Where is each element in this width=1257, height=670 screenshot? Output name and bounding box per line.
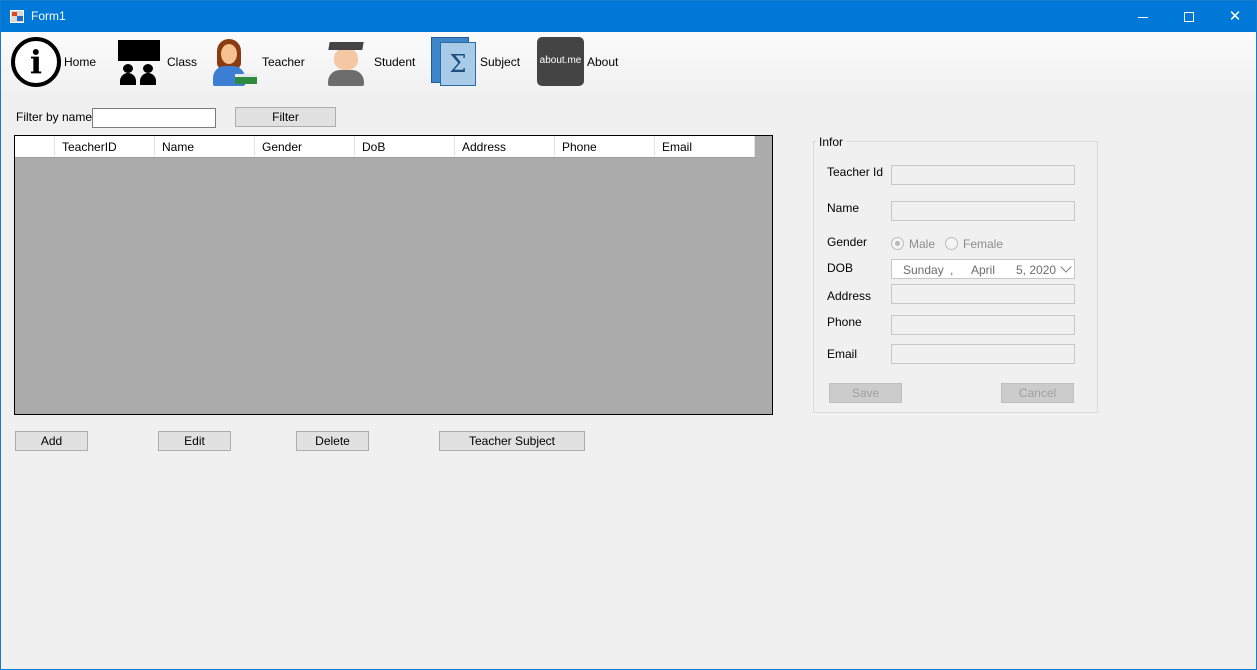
column-header-name[interactable]: Name [155,136,255,157]
about-me-icon: about.me [537,37,584,86]
info-group-title: Infor [816,135,847,149]
gender-male-label: Male [909,237,936,251]
email-field[interactable] [891,344,1075,364]
window-title: Form1 [31,9,66,23]
minimize-button[interactable] [1120,1,1166,32]
subject-icon: Σ [431,36,477,87]
cancel-button[interactable]: Cancel [1001,383,1074,403]
student-icon [323,38,371,86]
maximize-button[interactable] [1166,1,1212,32]
menu-item-label: Teacher [262,54,305,69]
menu-item-teacher[interactable]: Teacher [211,32,305,91]
menu-item-label: Class [167,54,198,69]
name-field[interactable] [891,201,1075,221]
dob-weekday: Sunday [903,263,944,277]
menu-item-student[interactable]: Student [323,32,415,91]
dob-day-year: 5, 2020 [1016,263,1057,277]
address-field[interactable] [891,284,1075,304]
name-label: Name [827,201,860,215]
menu-item-home[interactable]: i Home [11,32,96,91]
teacher-icon [211,38,259,86]
close-icon: ✕ [1228,8,1242,25]
column-header-teacherid[interactable]: TeacherID [55,136,155,157]
column-header-dob[interactable]: DoB [355,136,455,157]
menu-item-label: Student [374,54,416,69]
filter-label: Filter by name [16,110,93,124]
menu-item-subject[interactable]: Σ Subject [431,32,520,91]
menu-item-about[interactable]: about.me About [537,32,618,91]
delete-button[interactable]: Delete [296,431,369,451]
column-header-address[interactable]: Address [455,136,555,157]
info-icon: i [11,36,61,87]
teacher-id-field[interactable] [891,165,1075,185]
dob-date-picker[interactable]: Sunday , April 5, 2020 [891,259,1075,279]
dob-label: DOB [827,261,854,275]
menu-item-class[interactable]: Class [116,32,197,91]
dob-month: April [971,263,996,277]
teacher-grid[interactable]: TeacherID Name Gender DoB Address Phone … [14,135,773,415]
column-header-phone[interactable]: Phone [555,136,655,157]
teacher-id-label: Teacher Id [827,165,884,179]
chevron-down-icon[interactable] [1060,261,1072,273]
close-button[interactable]: ✕ [1212,1,1257,32]
dob-separator: , [950,263,954,277]
maximize-icon [1184,12,1194,23]
email-label: Email [827,347,858,361]
menu-bar: i Home Class Teacher Student Σ Subject a… [1,32,1256,91]
phone-label: Phone [827,315,862,329]
filter-button[interactable]: Filter [235,107,336,127]
gender-female-radio[interactable] [945,237,958,250]
minimize-icon [1138,16,1148,18]
app-icon [10,10,24,23]
teacher-subject-button[interactable]: Teacher Subject [439,431,585,451]
gender-male-radio[interactable] [891,237,904,250]
column-header-gender[interactable]: Gender [255,136,355,157]
column-header-email[interactable]: Email [655,136,755,157]
main-window: Form1 ✕ i Home Class Teacher Student Σ S… [0,0,1257,670]
menu-item-label: Subject [480,54,521,69]
classroom-icon [116,38,164,86]
gender-female-label: Female [963,237,1004,251]
grid-header: TeacherID Name Gender DoB Address Phone … [15,136,755,158]
phone-field[interactable] [891,315,1075,335]
address-label: Address [827,289,872,303]
row-header-cell [15,136,55,157]
gender-label: Gender [827,235,868,249]
filter-input[interactable] [92,108,216,128]
title-bar[interactable]: Form1 ✕ [1,1,1256,32]
edit-button[interactable]: Edit [158,431,231,451]
save-button[interactable]: Save [829,383,902,403]
add-button[interactable]: Add [15,431,88,451]
menu-item-label: About [587,54,619,69]
menu-item-label: Home [64,54,97,69]
